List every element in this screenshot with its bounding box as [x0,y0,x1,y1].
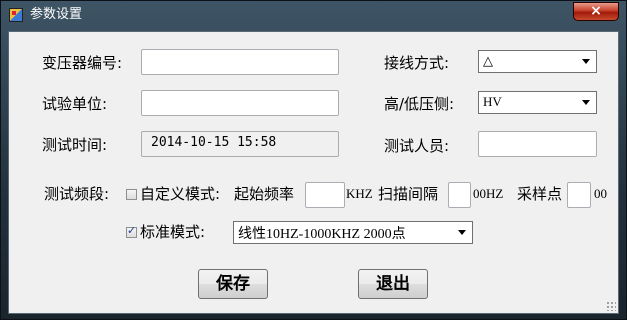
form-panel: 变压器编号: 试验单位: 测试时间: 2014-10-15 15:58 接线方式… [8,31,619,314]
close-icon: × [590,3,602,19]
window-title: 参数设置 [30,7,83,22]
test-time-input[interactable]: 2014-10-15 15:58 [141,131,339,157]
custom-mode-label: 自定义模式: [140,185,221,203]
title-bar[interactable]: 参数设置 × [1,1,626,29]
tester-input[interactable] [478,131,597,157]
chevron-down-icon [582,100,590,105]
test-unit-input[interactable] [141,90,339,116]
start-freq-input[interactable] [305,182,345,208]
side-value: HV [483,94,502,109]
resize-grip[interactable] [606,301,616,311]
exit-button[interactable]: 退出 [358,269,428,299]
custom-mode-checkbox[interactable] [126,189,137,200]
chevron-down-icon [582,59,590,64]
side-label: 高/低压侧: [384,95,455,113]
test-unit-label: 试验单位: [42,95,108,113]
wiring-value: △ [483,53,493,68]
scan-interval-label: 扫描间隔 [378,185,439,203]
wiring-label: 接线方式: [384,54,450,72]
standard-mode-select[interactable]: 线性10HZ-1000KHZ 2000点 [233,221,473,244]
scan-interval-input[interactable] [448,182,471,208]
start-freq-unit: KHZ [346,186,373,201]
scan-interval-unit: 00HZ [473,186,504,201]
transformer-no-input[interactable] [141,49,339,75]
start-freq-label: 起始频率 [234,185,295,203]
sample-points-label: 采样点 [517,185,563,203]
wiring-select[interactable]: △ [478,50,597,73]
transformer-no-label: 变压器编号: [42,54,123,72]
standard-mode-checkbox[interactable] [126,224,137,238]
frequency-label: 测试频段: [44,185,110,203]
app-icon [9,8,23,22]
chevron-down-icon [458,230,466,235]
standard-mode-value: 线性10HZ-1000KHZ 2000点 [238,227,406,242]
save-button[interactable]: 保存 [198,269,268,299]
test-time-label: 测试时间: [42,136,108,154]
side-select[interactable]: HV [478,91,597,114]
sample-points-input[interactable] [567,182,591,208]
settings-window: 参数设置 × 变压器编号: 试验单位: 测试时间: 2014-10-15 15:… [0,0,627,320]
standard-mode-label: 标准模式: [140,223,206,241]
sample-points-suffix: 00 [594,186,607,201]
tester-label: 测试人员: [384,137,450,155]
close-button[interactable]: × [573,2,619,21]
